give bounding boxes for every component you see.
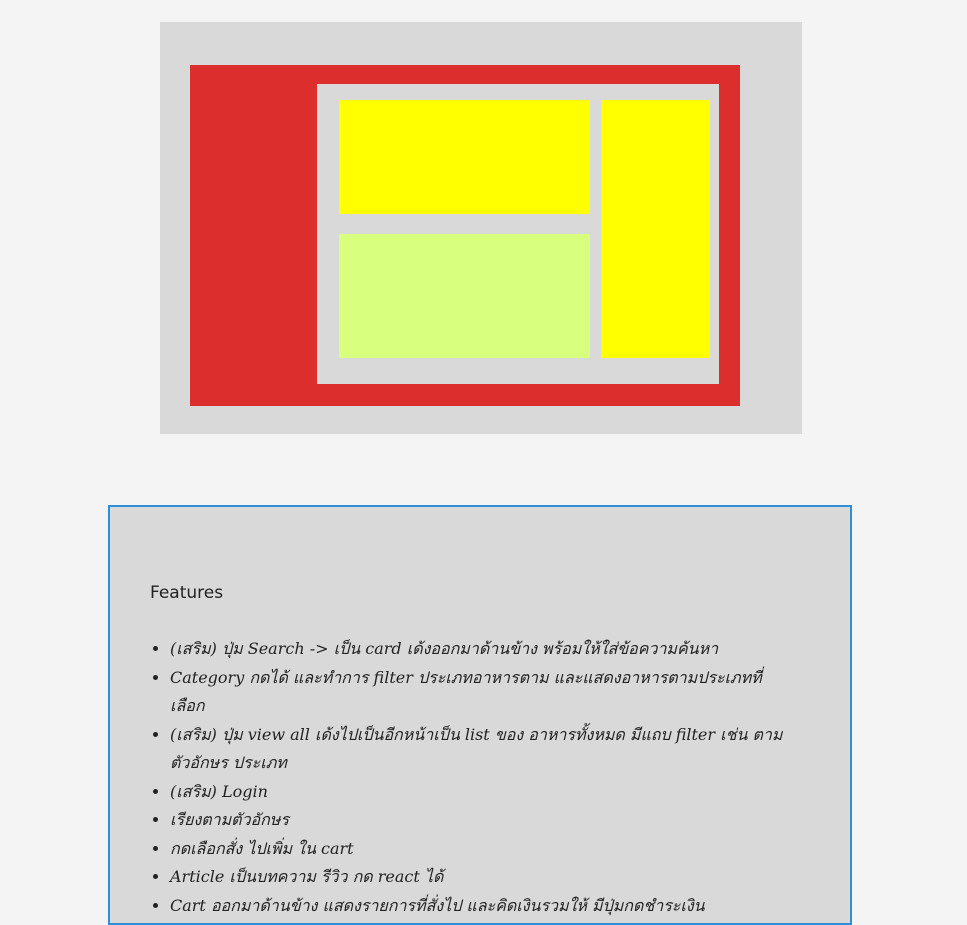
bottom-content-block — [339, 234, 590, 358]
right-side-block — [601, 100, 710, 358]
layout-wireframe — [160, 22, 802, 434]
features-box: Features (เสริม) ปุ่ม Search -> เป็น car… — [108, 505, 852, 925]
feature-item: (เสริม) ปุ่ม Search -> เป็น card เด้งออก… — [170, 635, 790, 664]
feature-item: กดเลือกสั่ง ไปเพิ่ม ใน cart — [170, 835, 790, 864]
main-content-panel — [317, 84, 719, 384]
feature-item: Category กดได้ และทำการ filter ประเภทอาห… — [170, 664, 790, 721]
feature-item: (เสริม) Login — [170, 778, 790, 807]
top-content-block — [339, 100, 590, 214]
feature-item: เรียงตามตัวอักษร — [170, 806, 790, 835]
feature-item: Cart ออกมาด้านข้าง แสดงรายการที่สั่งไป แ… — [170, 892, 790, 921]
features-title: Features — [150, 583, 224, 603]
feature-item: (เสริม) ปุ่ม view all เด้งไปเป็นอีกหน้าเ… — [170, 721, 790, 778]
sidebar-frame — [190, 65, 740, 406]
features-list: (เสริม) ปุ่ม Search -> เป็น card เด้งออก… — [168, 635, 790, 920]
feature-item: Article เป็นบทความ รีวิว กด react ได้ — [170, 863, 790, 892]
